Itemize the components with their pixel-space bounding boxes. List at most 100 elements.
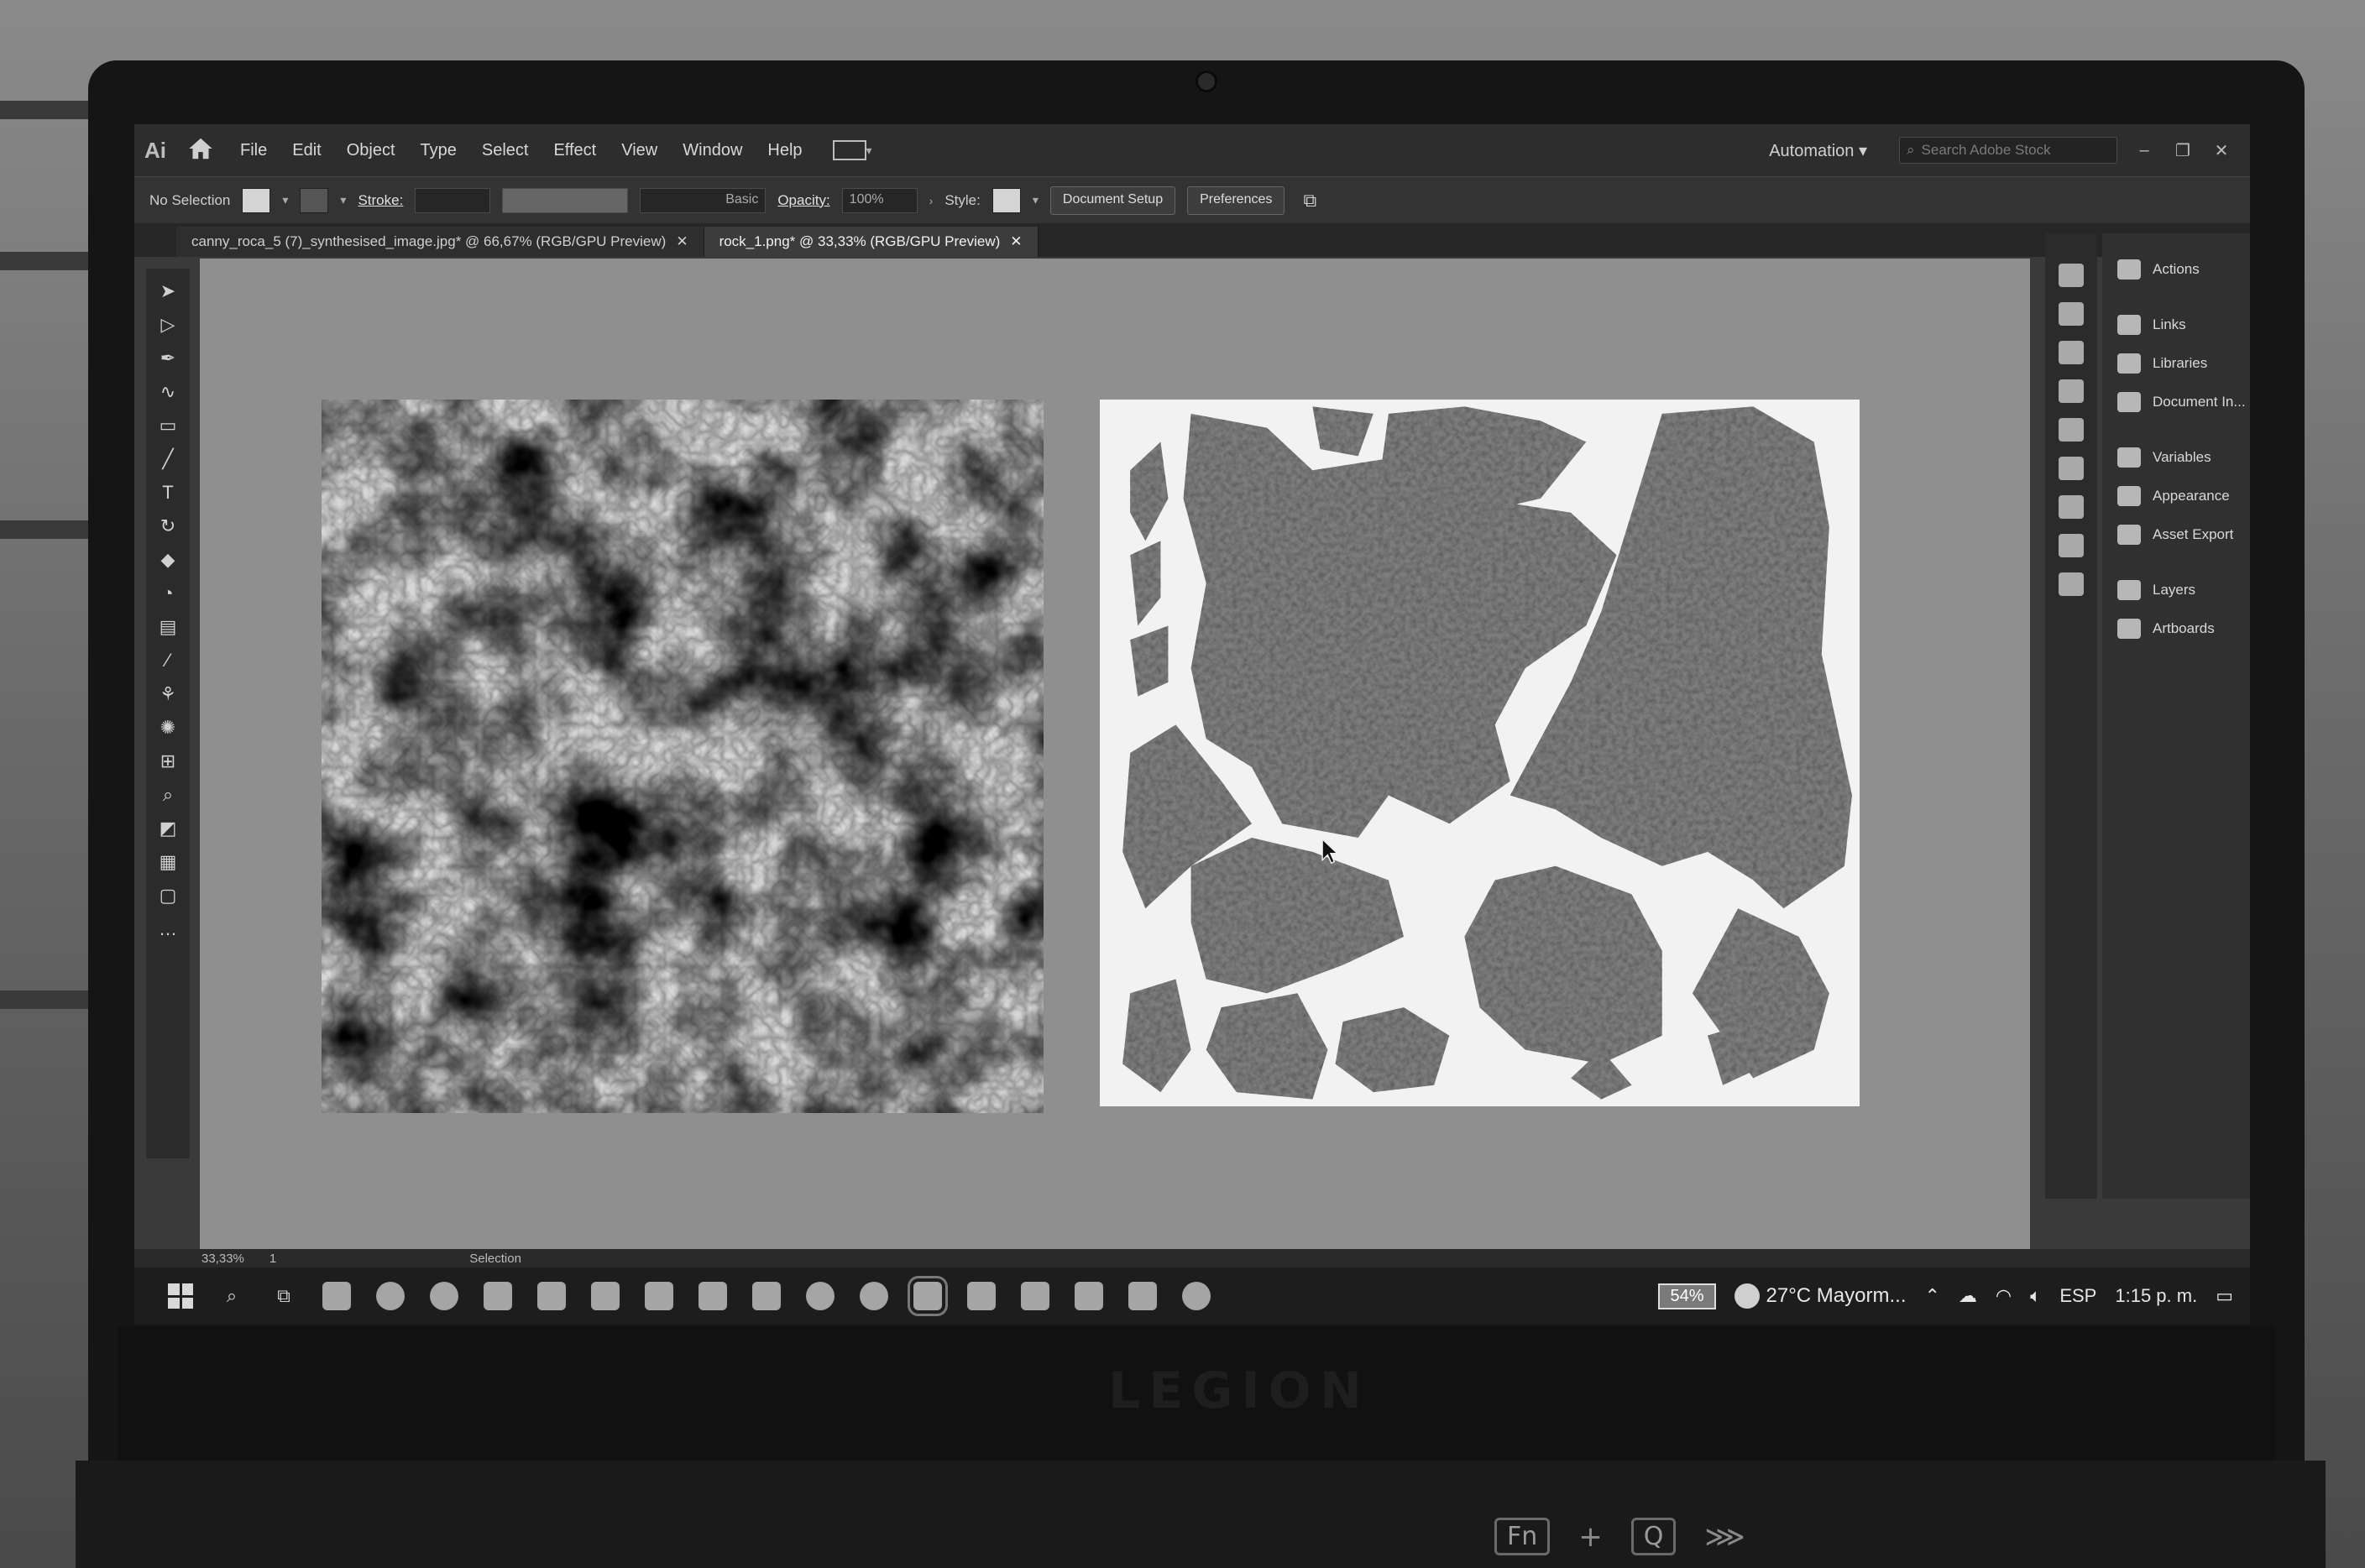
tab-document-1[interactable]: canny_roca_5 (7)_synthesised_image.jpg* … (176, 227, 704, 257)
language-indicator[interactable]: ESP (2059, 1285, 2096, 1307)
puppet-warp-icon[interactable] (2059, 379, 2084, 403)
zoom-tool-icon[interactable]: ⌕ (154, 782, 181, 808)
artboard-navigator[interactable]: 1 (269, 1252, 276, 1266)
gradient-tool-icon[interactable]: ▤ (154, 614, 181, 640)
volume-icon[interactable]: 🔈︎ (2030, 1285, 2041, 1307)
rock-pieces-image[interactable] (1100, 400, 1860, 1106)
chevron-down-icon[interactable]: ▾ (1033, 193, 1039, 207)
wifi-icon[interactable]: ◠ (1996, 1285, 2012, 1307)
stroke-swatch[interactable] (300, 187, 329, 213)
tab-document-2[interactable]: rock_1.png* @ 33,33% (RGB/GPU Preview) ✕ (704, 227, 1039, 257)
align-icon[interactable] (2059, 457, 2084, 480)
search-icon[interactable]: ⌕ (218, 1283, 245, 1309)
libraries-panel-icon[interactable] (2059, 302, 2084, 326)
terminal-icon[interactable] (645, 1282, 673, 1310)
synthesised-rock-texture[interactable] (322, 400, 1044, 1113)
notifications-icon[interactable]: ▭ (2216, 1285, 2233, 1307)
menu-window[interactable]: Window (683, 141, 742, 160)
brush-definition[interactable]: Basic (640, 187, 767, 213)
stroke-weight-field[interactable] (415, 187, 491, 213)
transform-icon[interactable] (2059, 495, 2084, 519)
document-setup-button[interactable]: Document Setup (1049, 186, 1176, 215)
task-view-icon[interactable]: ⧉ (270, 1283, 297, 1309)
stroke-label[interactable]: Stroke: (358, 192, 403, 209)
fill-stroke-icon[interactable]: ◩ (154, 816, 181, 841)
eraser-tool-icon[interactable]: ◆ (154, 547, 181, 572)
arrange-documents-icon[interactable] (832, 140, 866, 160)
file-explorer-icon[interactable] (322, 1282, 351, 1310)
minimize-icon[interactable]: – (2132, 141, 2156, 160)
opacity-field[interactable]: 100% (841, 187, 918, 213)
zoom-level[interactable]: 33,33% (201, 1252, 244, 1266)
opacity-label[interactable]: Opacity: (777, 192, 829, 209)
shape-builder-tool-icon[interactable]: ◔ (154, 581, 181, 606)
color-icon[interactable] (2059, 534, 2084, 557)
symbol-sprayer-tool-icon[interactable]: ✺ (154, 715, 181, 740)
panel-layers[interactable]: Layers (2102, 571, 2250, 609)
panel-links[interactable]: Links (2102, 306, 2250, 344)
graphic-style-swatch[interactable] (992, 187, 1021, 213)
close-icon[interactable]: ✕ (1010, 233, 1022, 250)
git-icon[interactable] (752, 1282, 781, 1310)
panel-document-info[interactable]: Document In... (2102, 383, 2250, 421)
blend-tool-icon[interactable]: ⚘ (154, 682, 181, 707)
direct-selection-tool-icon[interactable]: ▷ (154, 312, 181, 337)
curvature-tool-icon[interactable]: ∿ (154, 379, 181, 405)
menu-object[interactable]: Object (347, 141, 395, 160)
app-icon[interactable] (1182, 1282, 1211, 1310)
chevron-up-icon[interactable]: ⌃ (1924, 1285, 1939, 1307)
menu-file[interactable]: File (240, 141, 267, 160)
home-icon[interactable] (186, 136, 220, 165)
browser-2-icon[interactable] (430, 1282, 458, 1310)
pen-tool-icon[interactable]: ✒ (154, 346, 181, 371)
panel-libraries[interactable]: Libraries (2102, 344, 2250, 383)
selection-tool-icon[interactable]: ➤ (154, 279, 181, 304)
menu-type[interactable]: Type (421, 141, 457, 160)
chevron-down-icon[interactable]: ▾ (282, 193, 288, 207)
app-icon[interactable] (699, 1282, 727, 1310)
photos-icon[interactable] (1021, 1282, 1049, 1310)
eyedropper-tool-icon[interactable]: ⁄ (154, 648, 181, 673)
rectangle-tool-icon[interactable]: ▭ (154, 413, 181, 438)
app-icon[interactable] (806, 1282, 835, 1310)
chevron-right-icon[interactable]: › (929, 194, 934, 207)
menu-help[interactable]: Help (767, 141, 802, 160)
artboard-tool-icon[interactable]: ⊞ (154, 749, 181, 774)
photoshop-taskbar-icon[interactable] (967, 1282, 996, 1310)
arrange-icon[interactable]: ⧉ (1296, 188, 1323, 213)
export-icon[interactable] (2059, 572, 2084, 596)
weather-widget[interactable]: 27°C Mayorm... (1734, 1283, 1906, 1309)
illustrator-taskbar-icon[interactable] (908, 1276, 948, 1316)
battery-indicator[interactable]: 54% (1658, 1283, 1716, 1309)
close-icon[interactable]: ✕ (676, 233, 688, 250)
more-tools-icon[interactable]: … (154, 917, 181, 942)
chevron-down-icon[interactable]: ▾ (340, 193, 346, 207)
close-icon[interactable]: ✕ (2210, 140, 2233, 161)
panel-actions[interactable]: Actions (2102, 250, 2250, 289)
windows-start-icon[interactable] (168, 1283, 193, 1309)
stock-search[interactable]: ⌕ Search Adobe Stock (1899, 137, 2117, 164)
chevron-down-icon[interactable]: ▾ (866, 144, 872, 158)
properties-panel-icon[interactable] (2059, 264, 2084, 287)
app-icon[interactable] (591, 1282, 620, 1310)
menu-edit[interactable]: Edit (292, 141, 321, 160)
symbols-icon[interactable] (2059, 418, 2084, 442)
menu-effect[interactable]: Effect (553, 141, 596, 160)
app-icon[interactable] (1075, 1282, 1103, 1310)
canvas-area[interactable] (200, 259, 2030, 1299)
panel-appearance[interactable]: Appearance (2102, 477, 2250, 515)
fill-swatch[interactable] (242, 187, 271, 213)
clock[interactable]: 1:15 p. m. (2115, 1285, 2197, 1307)
variable-width-profile[interactable] (502, 187, 629, 213)
screen-mode-icon[interactable]: ▢ (154, 883, 181, 908)
type-tool-icon[interactable]: T (154, 480, 181, 505)
menu-view[interactable]: View (621, 141, 657, 160)
cloud-icon[interactable]: ☁ (1959, 1285, 1977, 1307)
vscode-icon[interactable] (537, 1282, 566, 1310)
rotate-tool-icon[interactable]: ↻ (154, 514, 181, 539)
image-trace-icon[interactable] (2059, 341, 2084, 364)
line-tool-icon[interactable]: ╱ (154, 447, 181, 472)
restore-icon[interactable]: ❐ (2171, 140, 2195, 161)
browser-icon[interactable] (376, 1282, 405, 1310)
app-icon[interactable] (1128, 1282, 1157, 1310)
